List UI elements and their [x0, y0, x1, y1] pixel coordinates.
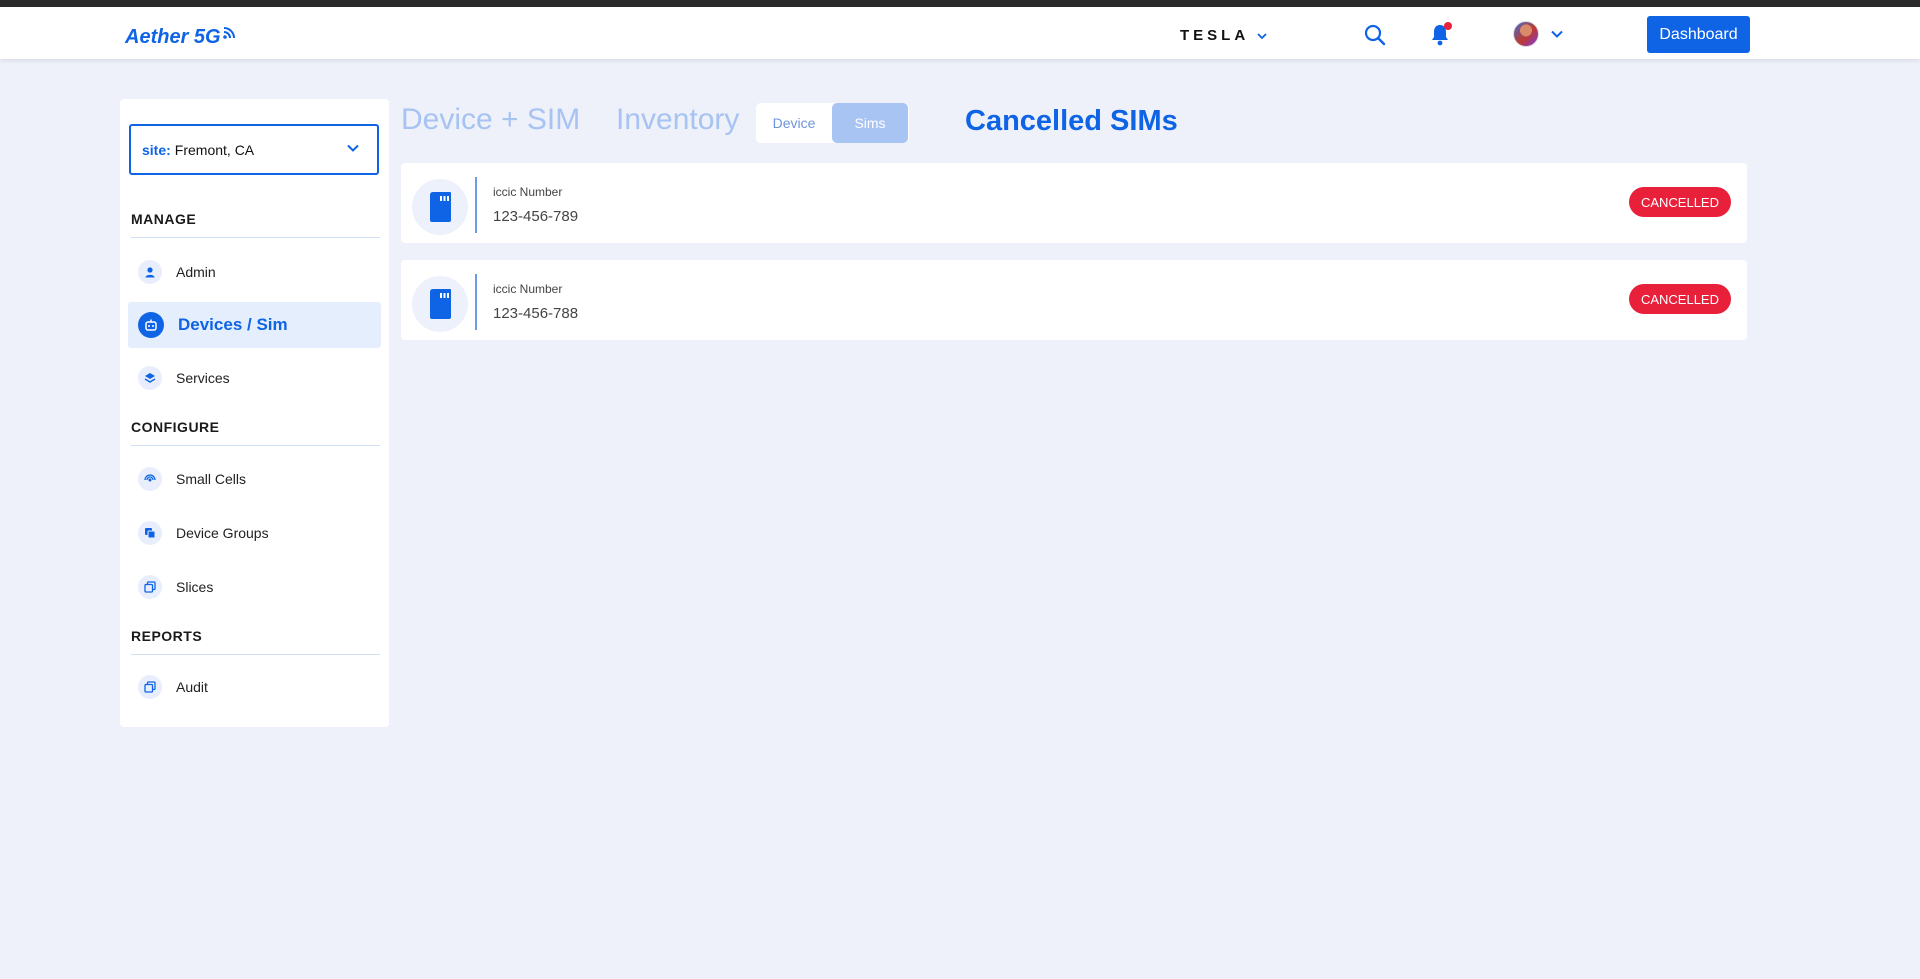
sidebar-item-label: Device Groups — [176, 525, 269, 541]
card-divider — [475, 177, 477, 233]
segment-sims[interactable]: Sims — [832, 103, 908, 143]
chevron-down-icon — [347, 144, 359, 152]
section-title-configure: CONFIGURE — [131, 419, 380, 446]
iccid-number: 123-456-788 — [493, 305, 579, 322]
notification-dot — [1444, 22, 1452, 30]
sidebar-item-services[interactable]: Services — [128, 355, 381, 401]
robot-icon — [138, 312, 164, 338]
tab-device-sim[interactable]: Device + SIM — [401, 103, 580, 137]
sidebar-item-devices-sim[interactable]: Devices / Sim — [128, 302, 381, 348]
tab-inventory[interactable]: Inventory — [616, 103, 739, 137]
sidebar-item-label: Services — [176, 370, 230, 386]
site-select[interactable]: site: Fremont, CA — [129, 124, 379, 175]
search-icon — [1364, 24, 1386, 46]
sidebar-item-admin[interactable]: Admin — [128, 249, 381, 295]
chevron-down-icon — [1257, 32, 1267, 39]
avatar — [1513, 21, 1539, 47]
user-menu[interactable] — [1513, 21, 1563, 47]
iccid-label: iccic Number — [493, 185, 563, 199]
sidebar-item-slices[interactable]: Slices — [128, 564, 381, 610]
sidebar-item-label: Admin — [176, 264, 216, 280]
card-divider — [475, 274, 477, 330]
copy-icon — [138, 575, 162, 599]
sidebar: site: Fremont, CA MANAGE Admin Devices /… — [120, 99, 389, 727]
status-badge: CANCELLED — [1628, 284, 1731, 314]
sidebar-item-device-groups[interactable]: Device Groups — [128, 510, 381, 556]
org-name: TESLA — [1180, 27, 1250, 44]
sidebar-item-audit[interactable]: Audit — [128, 664, 381, 710]
sidebar-item-label: Audit — [176, 679, 208, 695]
signal-icon — [138, 467, 162, 491]
sidebar-item-label: Slices — [176, 579, 214, 595]
logo-text: Aether 5G — [125, 26, 221, 48]
browser-top-strip — [0, 0, 1920, 7]
segment-device[interactable]: Device — [756, 103, 832, 143]
device-sims-toggle: Device Sims — [756, 103, 909, 143]
page-title: Cancelled SIMs — [965, 105, 1178, 137]
org-switcher[interactable]: TESLA — [1180, 27, 1267, 44]
top-bar: Aether 5G TESLA Dashboard — [0, 7, 1920, 59]
person-icon — [138, 260, 162, 284]
sidebar-item-small-cells[interactable]: Small Cells — [128, 456, 381, 502]
status-badge: CANCELLED — [1628, 187, 1731, 217]
dashboard-button[interactable]: Dashboard — [1647, 16, 1750, 53]
section-title-manage: MANAGE — [131, 211, 380, 238]
chevron-down-icon — [1551, 30, 1563, 38]
layers-icon — [138, 366, 162, 390]
app-logo[interactable]: Aether 5G — [125, 26, 238, 49]
sidebar-item-label: Devices / Sim — [178, 315, 288, 334]
iccid-label: iccic Number — [493, 282, 563, 296]
site-value: Fremont, CA — [174, 141, 255, 158]
section-title-reports: REPORTS — [131, 628, 380, 655]
copy-icon — [138, 675, 162, 699]
wifi-icon — [222, 27, 235, 39]
site-label: site: — [142, 141, 171, 158]
stack-icon — [138, 521, 162, 545]
sim-card[interactable]: iccic Number 123-456-788 CANCELLED — [401, 260, 1747, 340]
sim-card-icon — [412, 179, 468, 235]
iccid-number: 123-456-789 — [493, 208, 579, 225]
sidebar-item-label: Small Cells — [176, 471, 247, 487]
search-button[interactable] — [1364, 24, 1386, 51]
notifications-button[interactable] — [1430, 22, 1452, 51]
sim-card-icon — [412, 276, 468, 332]
sim-card[interactable]: iccic Number 123-456-789 CANCELLED — [401, 163, 1747, 243]
